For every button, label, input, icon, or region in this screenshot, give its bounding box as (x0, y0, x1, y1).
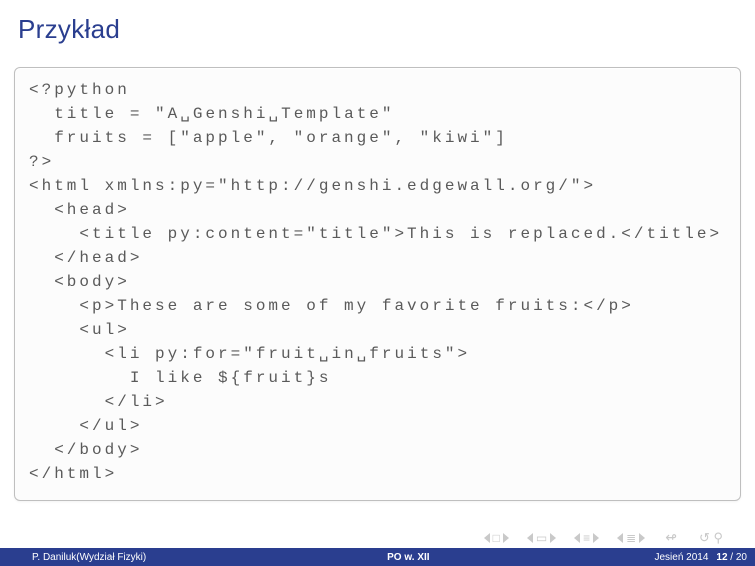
triangle-right-icon (503, 533, 509, 543)
page-current: 12 (716, 552, 727, 563)
triangle-left-icon (527, 533, 533, 543)
section-icon: ≡ (581, 531, 592, 545)
frame-icon: ▭ (534, 531, 549, 545)
footer-bar: P. Daniluk(Wydział Fizyki) PO w. XII Jes… (0, 548, 755, 566)
slide-icon: □ (491, 531, 502, 545)
code-block: <?python title = "A␣Genshi␣Template" fru… (14, 67, 741, 501)
triangle-left-icon (617, 533, 623, 543)
beamer-nav-icons: □ ▭ ≡ ≣ ↫ ↺ ⚲ (484, 529, 725, 546)
triangle-left-icon (574, 533, 580, 543)
footer-author: P. Daniluk(Wydział Fizyki) (0, 552, 170, 563)
page-total: 20 (736, 552, 747, 563)
triangle-right-icon (593, 533, 599, 543)
nav-subsection[interactable]: ≣ (617, 531, 645, 545)
subsection-icon: ≣ (624, 531, 638, 545)
nav-section[interactable]: ≡ (574, 531, 599, 545)
slide-title: Przykład (0, 0, 755, 45)
footer-term: Jesień 2014 (654, 552, 708, 563)
footer-title: PO w. XII (170, 552, 646, 563)
triangle-right-icon (639, 533, 645, 543)
triangle-right-icon (550, 533, 556, 543)
nav-frame[interactable]: ▭ (527, 531, 556, 545)
triangle-left-icon (484, 533, 490, 543)
nav-search-icon[interactable]: ↺ ⚲ (697, 530, 725, 546)
nav-back-icon[interactable]: ↫ (663, 529, 679, 546)
footer-page: 12 / 20 (716, 552, 747, 563)
nav-slide[interactable]: □ (484, 531, 509, 545)
